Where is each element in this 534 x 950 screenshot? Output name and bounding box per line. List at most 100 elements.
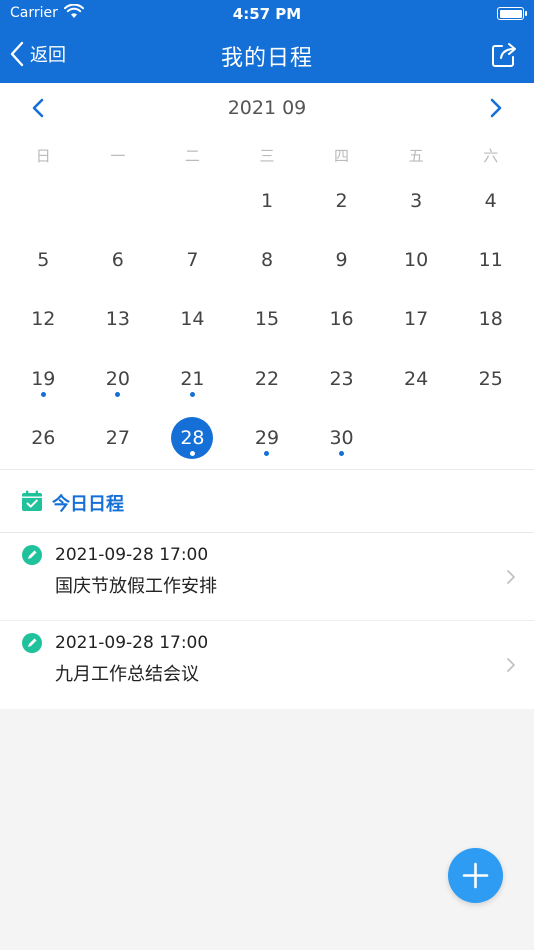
day-cell[interactable]: 11 [453,230,528,289]
day-blank [81,171,156,230]
weekday-label: 五 [408,147,424,165]
day-number: 6 [111,249,124,272]
day-number: 26 [31,427,56,450]
day-number: 28 [180,427,205,450]
day-cell[interactable]: 9 [304,230,379,289]
day-number: 10 [404,249,429,272]
day-cell[interactable]: 10 [379,230,454,289]
event-dot [189,450,195,456]
day-cell[interactable]: 2 [304,171,379,230]
day-number: 27 [105,427,130,450]
day-cell[interactable]: 13 [81,290,156,349]
chevron-right-icon [507,658,515,672]
next-month-button[interactable] [484,97,506,119]
schedule-time: 2021-09-28 17:00 [55,545,209,565]
plus-icon [462,862,489,889]
day-number: 8 [260,249,274,272]
day-cell[interactable]: 5 [6,230,81,289]
day-number: 18 [478,308,503,331]
calendar-check-icon [22,490,42,511]
day-cell[interactable]: 4 [453,171,528,230]
schedule-title: 国庆节放假工作安排 [55,576,217,597]
event-dot [189,391,195,397]
schedule-item[interactable]: 2021-09-28 17:00 九月工作总结会议 [0,621,534,709]
add-schedule-button[interactable] [448,848,503,903]
day-number: 11 [478,249,503,272]
day-number: 7 [186,249,199,272]
day-cell[interactable]: 27 [81,409,156,468]
edit-pencil-icon [22,633,42,653]
day-cell[interactable]: 6 [81,230,156,289]
day-blank [155,171,230,230]
day-cell-selected[interactable]: 28 [155,409,230,468]
day-cell[interactable]: 14 [155,290,230,349]
status-bar: Carrier 4:57 PM [0,0,534,28]
day-number: 25 [478,367,503,390]
day-cell[interactable]: 25 [453,349,528,408]
day-cell[interactable]: 30 [304,409,379,468]
weekday-label: 三 [259,147,275,165]
event-dot [264,450,270,456]
schedule-time: 2021-09-28 17:00 [55,633,209,653]
status-time: 4:57 PM [232,5,302,23]
day-number: 20 [105,367,130,390]
today-schedule-header: 今日日程 [0,469,534,533]
share-icon[interactable] [490,41,518,69]
day-cell[interactable]: 12 [6,290,81,349]
day-grid: 1 2 3 4 5 6 7 8 9 10 11 12 13 14 15 16 17 18 19 20 21 22 23 24 2… [6,171,528,468]
day-number: 12 [31,308,56,331]
day-cell[interactable]: 3 [379,171,454,230]
day-number: 13 [105,308,130,331]
day-number: 5 [37,249,50,272]
day-number: 4 [484,189,497,212]
day-number: 29 [254,427,280,450]
day-cell[interactable]: 1 [230,171,305,230]
day-cell[interactable]: 24 [379,349,454,408]
weekday-label: 二 [184,147,200,165]
day-cell[interactable]: 16 [304,290,379,349]
weekday-header: 日一二三四五六 [6,145,528,166]
edit-pencil-icon [22,545,42,565]
weekday-label: 六 [483,147,499,165]
day-cell[interactable]: 17 [379,290,454,349]
day-cell[interactable]: 7 [155,230,230,289]
day-cell[interactable]: 26 [6,409,81,468]
weekday-label: 日 [35,147,51,165]
day-blank [6,171,81,230]
day-number: 9 [335,249,348,272]
page-title: 我的日程 [220,46,313,71]
schedule-item[interactable]: 2021-09-28 17:00 国庆节放假工作安排 [0,533,534,621]
day-number: 16 [329,308,354,331]
schedule-title: 九月工作总结会议 [55,664,199,685]
event-dot [339,450,345,456]
day-number: 21 [180,367,205,390]
day-number: 22 [254,367,280,390]
event-dot [40,391,46,397]
day-number: 15 [254,308,280,331]
day-cell[interactable]: 19 [6,349,81,408]
battery-icon [497,7,527,20]
day-cell[interactable]: 18 [453,290,528,349]
day-cell[interactable]: 20 [81,349,156,408]
event-dot [115,391,121,397]
day-number: 2 [335,189,348,212]
day-number: 23 [329,367,354,390]
section-title: 今日日程 [52,494,124,515]
day-number: 1 [260,189,274,212]
day-number: 14 [180,308,205,331]
day-cell[interactable]: 8 [230,230,305,289]
day-number: 17 [404,308,429,331]
day-number: 30 [329,427,354,450]
weekday-label: 四 [334,147,350,165]
day-number: 19 [31,367,56,390]
day-cell[interactable]: 15 [230,290,305,349]
day-cell[interactable]: 29 [230,409,305,468]
day-number: 24 [404,367,429,390]
navigation-header: Carrier 4:57 PM 返回 我的日程 [0,0,534,83]
weekday-label: 一 [110,147,126,165]
day-cell[interactable]: 21 [155,349,230,408]
day-cell[interactable]: 23 [304,349,379,408]
chevron-right-icon [507,570,515,584]
day-number: 3 [410,189,423,212]
day-cell[interactable]: 22 [230,349,305,408]
